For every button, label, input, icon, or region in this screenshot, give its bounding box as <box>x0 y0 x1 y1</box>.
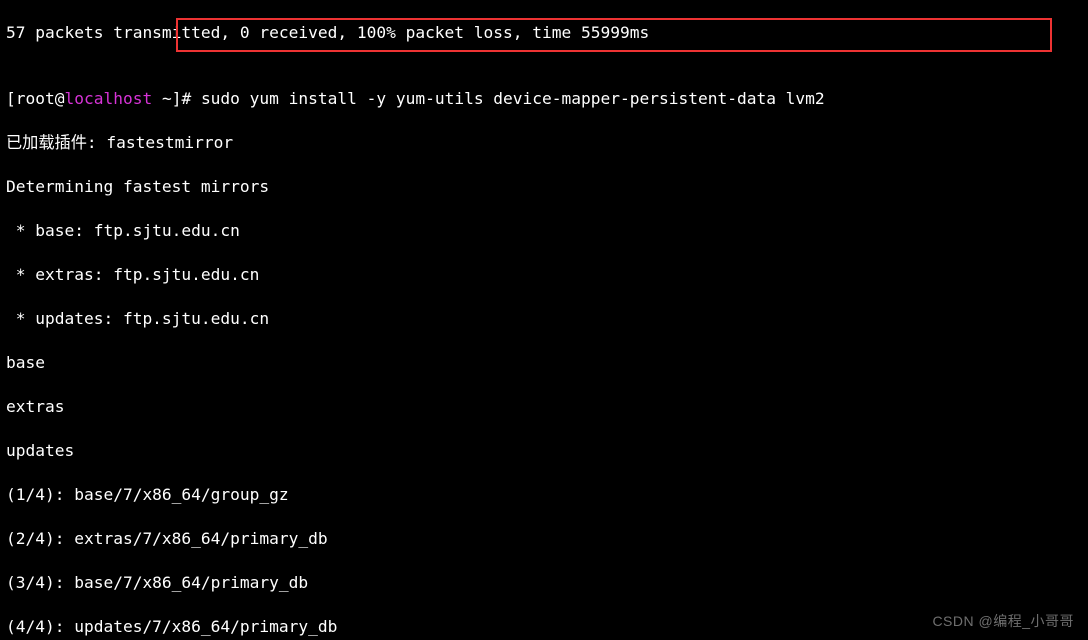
output-line: updates <box>6 440 1082 462</box>
prompt-tail: ~]# <box>152 89 201 108</box>
prompt-line: [root@localhost ~]# sudo yum install -y … <box>6 88 1082 110</box>
output-line: base <box>6 352 1082 374</box>
output-line: (1/4): base/7/x86_64/group_gz <box>6 484 1082 506</box>
output-line: (3/4): base/7/x86_64/primary_db <box>6 572 1082 594</box>
prompt-host: localhost <box>64 89 152 108</box>
output-line: Determining fastest mirrors <box>6 176 1082 198</box>
output-line: extras <box>6 396 1082 418</box>
output-line: * extras: ftp.sjtu.edu.cn <box>6 264 1082 286</box>
output-line: 已加载插件: fastestmirror <box>6 132 1082 154</box>
terminal-output[interactable]: 57 packets transmitted, 0 received, 100%… <box>0 0 1088 640</box>
output-line: 57 packets transmitted, 0 received, 100%… <box>6 22 1082 44</box>
output-line: (2/4): extras/7/x86_64/primary_db <box>6 528 1082 550</box>
output-line: * updates: ftp.sjtu.edu.cn <box>6 308 1082 330</box>
typed-command: sudo yum install -y yum-utils device-map… <box>201 89 825 108</box>
prompt-open: [root@ <box>6 89 64 108</box>
output-line: (4/4): updates/7/x86_64/primary_db <box>6 616 1082 638</box>
output-line: * base: ftp.sjtu.edu.cn <box>6 220 1082 242</box>
